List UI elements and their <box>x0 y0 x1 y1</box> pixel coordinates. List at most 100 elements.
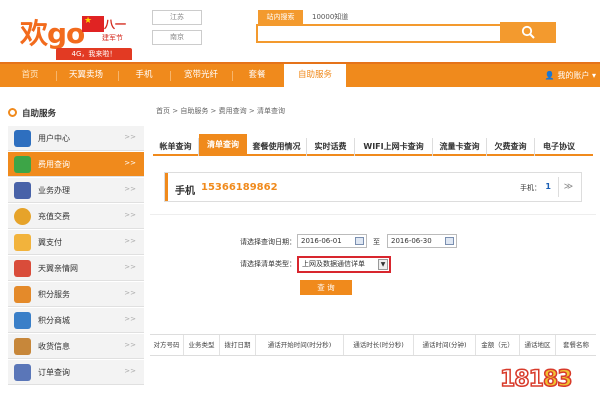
sidebar-item-label: 业务办理 <box>38 186 70 195</box>
sidebar-title-label: 自助服务 <box>22 109 57 119</box>
phone-count-label: 手机： <box>520 184 541 192</box>
4g-badge[interactable]: 4G，我来啦！ <box>56 48 132 60</box>
type-label: 请选择清单类型： <box>240 260 296 268</box>
user-icon <box>14 130 31 147</box>
search-hint-link[interactable]: 10000知道 <box>312 10 348 24</box>
search-button[interactable] <box>500 22 556 43</box>
sidebar-item-points-mall[interactable]: 积分商城 >> <box>8 308 144 333</box>
sidebar-title: 自助服务 <box>0 104 144 122</box>
nav-divider <box>56 71 57 81</box>
tab-bill-query[interactable]: 帐单查询 <box>153 138 199 156</box>
sidebar-item-family-net[interactable]: 天翼亲情网 >> <box>8 256 144 281</box>
nav-self-service[interactable]: 自助服务 <box>284 64 346 87</box>
nav-divider <box>118 71 119 81</box>
logo-text: 欢go <box>20 17 85 50</box>
dropdown-arrow-icon[interactable]: ▼ <box>378 259 388 270</box>
search-icon <box>14 156 31 173</box>
sidebar-item-orders[interactable]: 订单查询 >> <box>8 360 144 385</box>
column-header: 业务类型 <box>184 335 220 355</box>
tab-wifi-card[interactable]: WIFI上网卡查询 <box>355 138 433 156</box>
sidebar-item-label: 用户中心 <box>38 134 70 143</box>
tab-detail-query[interactable]: 清单查询 <box>199 134 247 156</box>
family-icon <box>14 260 31 277</box>
chevron-double-right-icon: >> <box>124 263 136 271</box>
column-header: 套餐名称 <box>563 341 589 349</box>
sidebar-item-label: 费用查询 <box>38 160 70 169</box>
phone-panel: 手机 15366189862 手机： 1 ≫ <box>164 172 582 202</box>
my-account-link[interactable]: 👤 我的账户 ▾ <box>545 64 596 87</box>
main-nav: 首页 天翼卖场 手机 宽带光纤 套餐 自助服务 👤 我的账户 ▾ <box>0 62 600 87</box>
accent-bar <box>165 173 168 201</box>
end-date-value: 2016-06-30 <box>391 237 432 245</box>
date-to-label: 至 <box>373 238 380 246</box>
promo-title: 八一 <box>104 18 126 31</box>
phone-count[interactable]: 1 <box>545 182 551 191</box>
column-header: 金额（元） <box>476 335 520 355</box>
chevron-double-right-icon: >> <box>124 367 136 375</box>
sidebar-item-shipping[interactable]: 收货信息 >> <box>8 334 144 359</box>
calendar-icon[interactable] <box>355 237 364 245</box>
nav-phone[interactable]: 手机 <box>120 64 168 87</box>
tab-arrears[interactable]: 欠费查询 <box>487 138 535 156</box>
column-header: 拨打日期 <box>220 335 256 355</box>
chevron-double-right-icon: >> <box>124 211 136 219</box>
tab-data-card[interactable]: 流量卡查询 <box>433 138 487 156</box>
chevron-double-right-icon: >> <box>124 315 136 323</box>
query-button[interactable]: 查 询 <box>300 280 352 295</box>
tab-e-agreement[interactable]: 电子协议 <box>535 138 583 156</box>
mall-icon <box>14 312 31 329</box>
search-input[interactable] <box>256 24 502 43</box>
chevron-double-right-icon: >> <box>124 159 136 167</box>
sidebar-item-business[interactable]: 业务办理 >> <box>8 178 144 203</box>
calendar-icon[interactable] <box>445 237 454 245</box>
detail-type-select[interactable]: 上网及数据通信详单 ▼ <box>297 256 391 273</box>
nav-store[interactable]: 天翼卖场 <box>58 64 114 87</box>
site-logo[interactable]: 欢go 八一 建军节 <box>20 12 135 50</box>
sidebar-item-label: 积分服务 <box>38 290 70 299</box>
flag-icon <box>82 16 104 32</box>
sidebar-item-label: 订单查询 <box>38 368 70 377</box>
chevron-down-icon[interactable]: ≫ <box>558 177 578 197</box>
nav-home[interactable]: 首页 <box>6 64 54 87</box>
sidebar-item-user-center[interactable]: 用户中心 >> <box>8 126 144 151</box>
sidebar-item-label: 翼支付 <box>38 238 62 247</box>
my-account-label: 我的账户 <box>557 71 590 80</box>
sidebar-item-label: 天翼亲情网 <box>38 264 78 273</box>
nav-divider <box>232 71 233 81</box>
nav-broadband[interactable]: 宽带光纤 <box>172 64 230 87</box>
column-header: 通话开始时间(时分秒) <box>256 335 344 355</box>
yen-icon <box>14 208 31 225</box>
column-header: 通话时间(分钟) <box>414 335 476 355</box>
province-select[interactable]: 江苏 <box>152 10 202 25</box>
chevron-double-right-icon: >> <box>124 237 136 245</box>
sidebar: 自助服务 用户中心 >> 费用查询 >> 业务办理 >> 充值交费 >> 翼支付… <box>0 96 144 407</box>
chevron-double-right-icon: >> <box>124 185 136 193</box>
order-icon <box>14 364 31 381</box>
sidebar-item-recharge[interactable]: 充值交费 >> <box>8 204 144 229</box>
site-header: 欢go 八一 建军节 4G，我来啦！ 江苏 南京 站内搜索 10000知道 <box>0 0 600 62</box>
wallet-icon <box>14 234 31 251</box>
sidebar-item-wingpay[interactable]: 翼支付 >> <box>8 230 144 255</box>
end-date-input[interactable]: 2016-06-30 <box>387 234 457 248</box>
sidebar-item-label: 充值交费 <box>38 212 70 221</box>
start-date-value: 2016-06-01 <box>301 237 342 245</box>
column-header: 通话时长(时分秒) <box>344 335 414 355</box>
circle-icon <box>8 108 17 117</box>
sidebar-item-label: 积分商城 <box>38 316 70 325</box>
column-header: 对方号码 <box>150 335 184 355</box>
chevron-double-right-icon: >> <box>124 289 136 297</box>
column-header: 通话地区 <box>520 335 556 355</box>
breadcrumb[interactable]: 首页 > 自助服务 > 费用查询 > 清单查询 <box>156 106 285 116</box>
box-icon <box>14 338 31 355</box>
sidebar-item-label: 收货信息 <box>38 342 70 351</box>
sidebar-item-fee-query[interactable]: 费用查询 >> <box>8 152 144 177</box>
sidebar-item-points-service[interactable]: 积分服务 >> <box>8 282 144 307</box>
start-date-input[interactable]: 2016-06-01 <box>297 234 367 248</box>
date-label: 请选择查询日期： <box>240 238 296 246</box>
promo-subtitle: 建军节 <box>102 34 123 42</box>
phone-label: 手机 <box>175 186 195 197</box>
tab-plan-usage[interactable]: 套餐使用情况 <box>247 138 307 156</box>
nav-plans[interactable]: 套餐 <box>234 64 280 87</box>
city-select[interactable]: 南京 <box>152 30 202 45</box>
tab-realtime-fee[interactable]: 实时话费 <box>307 138 355 156</box>
